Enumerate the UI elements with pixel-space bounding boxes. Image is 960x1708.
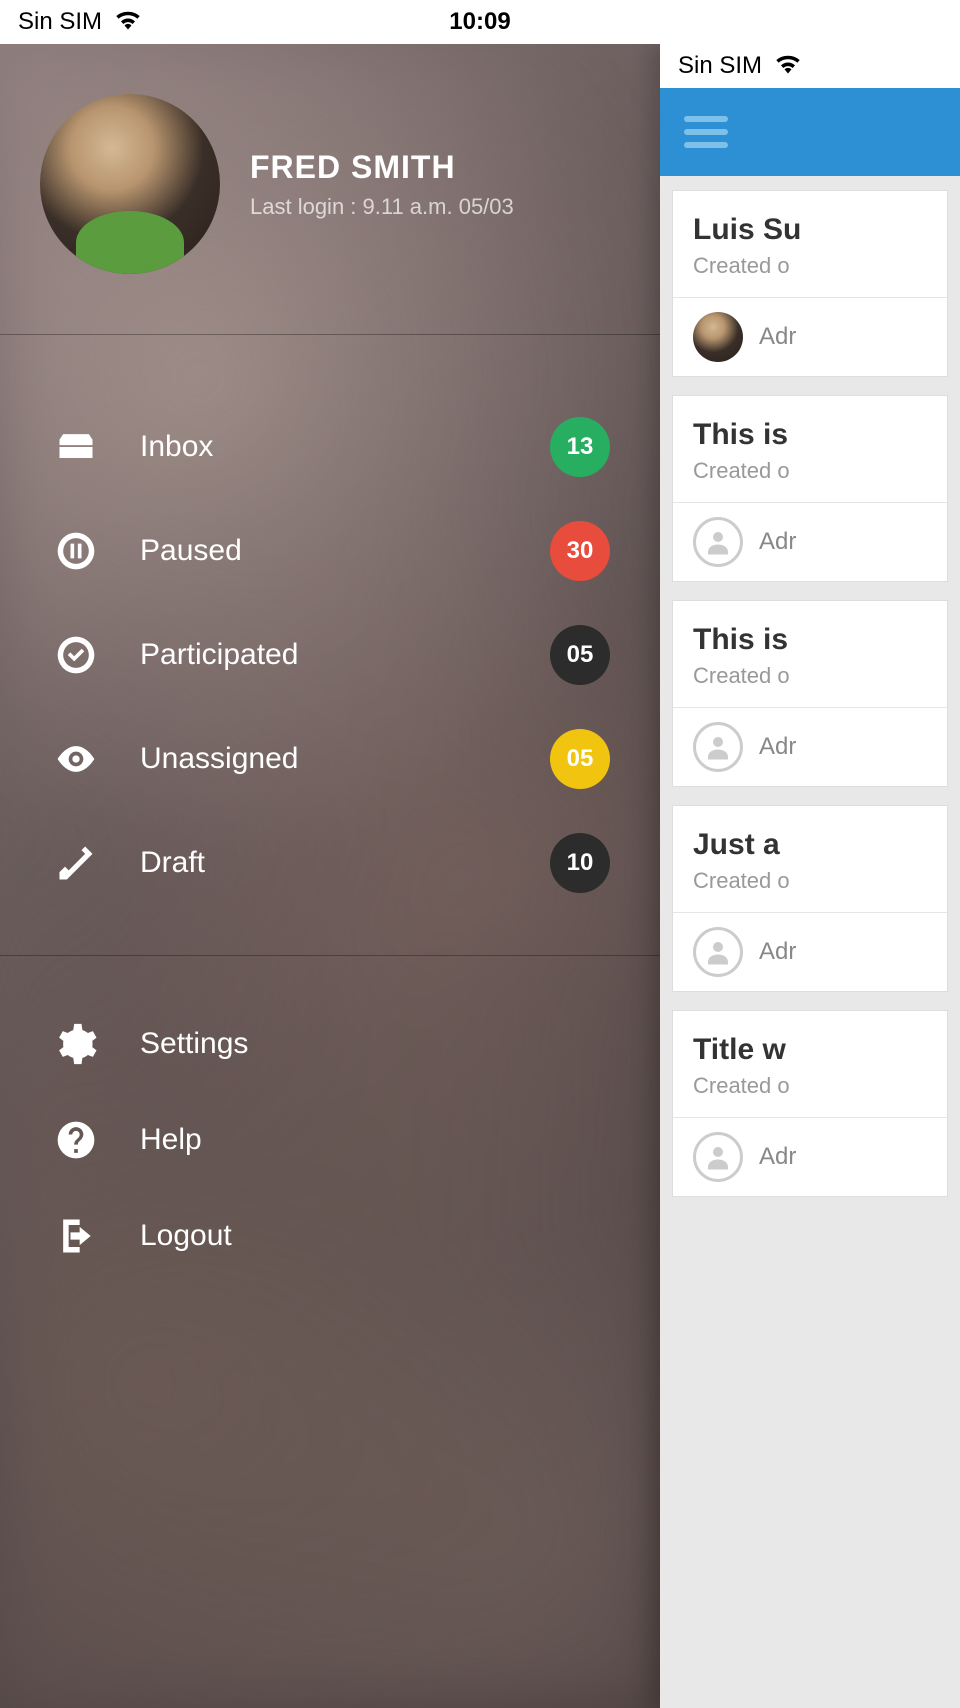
menu-label: Settings <box>140 1027 610 1061</box>
badge-count: 05 <box>550 729 610 789</box>
hamburger-menu-button[interactable] <box>684 116 728 148</box>
inbox-icon <box>50 421 102 473</box>
profile-avatar[interactable] <box>40 94 220 274</box>
badge-count: 30 <box>550 521 610 581</box>
card-author: Adr <box>759 323 796 351</box>
card-author: Adr <box>759 1143 796 1171</box>
menu-label: Unassigned <box>140 742 550 776</box>
pause-icon <box>50 525 102 577</box>
card-avatar-placeholder <box>693 722 743 772</box>
list-card[interactable]: Title w Created o Adr <box>672 1010 948 1197</box>
content-carrier-text: Sin SIM <box>678 52 762 80</box>
card-subtitle: Created o <box>693 253 927 279</box>
card-title: This is <box>693 623 927 657</box>
status-bar: Sin SIM 10:09 <box>0 0 960 44</box>
profile-section[interactable]: FRED SMITH Last login : 9.11 a.m. 05/03 <box>0 44 660 335</box>
content-panel[interactable]: Sin SIM Luis Su Created o Adr <box>660 44 960 1708</box>
pencil-icon <box>50 837 102 889</box>
help-icon <box>50 1114 102 1166</box>
card-author: Adr <box>759 528 796 556</box>
badge-count: 13 <box>550 417 610 477</box>
card-subtitle: Created o <box>693 663 927 689</box>
menu-label: Participated <box>140 638 550 672</box>
card-title: Luis Su <box>693 213 927 247</box>
menu-section: Inbox 13 Paused 30 Participated 05 <box>0 335 660 956</box>
menu-label: Logout <box>140 1219 610 1253</box>
badge-count: 10 <box>550 833 610 893</box>
list-container[interactable]: Luis Su Created o Adr This is Created o <box>660 176 960 1229</box>
menu-label: Help <box>140 1123 610 1157</box>
menu-item-unassigned[interactable]: Unassigned 05 <box>0 707 660 811</box>
eye-icon <box>50 733 102 785</box>
menu-item-help[interactable]: Help <box>0 1092 660 1188</box>
card-avatar-placeholder <box>693 517 743 567</box>
content-header <box>660 88 960 176</box>
menu-label: Draft <box>140 846 550 880</box>
card-title: This is <box>693 418 927 452</box>
card-avatar-placeholder <box>693 1132 743 1182</box>
card-avatar <box>693 312 743 362</box>
wifi-icon <box>114 8 142 37</box>
list-card[interactable]: This is Created o Adr <box>672 600 948 787</box>
profile-name: FRED SMITH <box>250 149 514 186</box>
card-author: Adr <box>759 938 796 966</box>
logout-icon <box>50 1210 102 1262</box>
menu-item-logout[interactable]: Logout <box>0 1188 660 1284</box>
gear-icon <box>50 1018 102 1070</box>
card-title: Title w <box>693 1033 927 1067</box>
card-title: Just a <box>693 828 927 862</box>
card-author: Adr <box>759 733 796 761</box>
menu-item-participated[interactable]: Participated 05 <box>0 603 660 707</box>
check-circle-icon <box>50 629 102 681</box>
card-subtitle: Created o <box>693 1073 927 1099</box>
card-subtitle: Created o <box>693 868 927 894</box>
list-card[interactable]: Luis Su Created o Adr <box>672 190 948 377</box>
content-status-bar: Sin SIM <box>660 44 960 88</box>
wifi-icon <box>774 52 802 81</box>
status-time: 10:09 <box>449 8 510 36</box>
menu-item-paused[interactable]: Paused 30 <box>0 499 660 603</box>
card-subtitle: Created o <box>693 458 927 484</box>
bottom-menu-section: Settings Help Logout <box>0 956 660 1324</box>
menu-item-draft[interactable]: Draft 10 <box>0 811 660 915</box>
list-card[interactable]: This is Created o Adr <box>672 395 948 582</box>
carrier-text: Sin SIM <box>18 8 102 36</box>
list-card[interactable]: Just a Created o Adr <box>672 805 948 992</box>
sidebar-drawer: FRED SMITH Last login : 9.11 a.m. 05/03 … <box>0 44 660 1708</box>
badge-count: 05 <box>550 625 610 685</box>
menu-label: Paused <box>140 534 550 568</box>
menu-item-settings[interactable]: Settings <box>0 996 660 1092</box>
profile-last-login: Last login : 9.11 a.m. 05/03 <box>250 194 514 220</box>
card-avatar-placeholder <box>693 927 743 977</box>
menu-item-inbox[interactable]: Inbox 13 <box>0 395 660 499</box>
menu-label: Inbox <box>140 430 550 464</box>
